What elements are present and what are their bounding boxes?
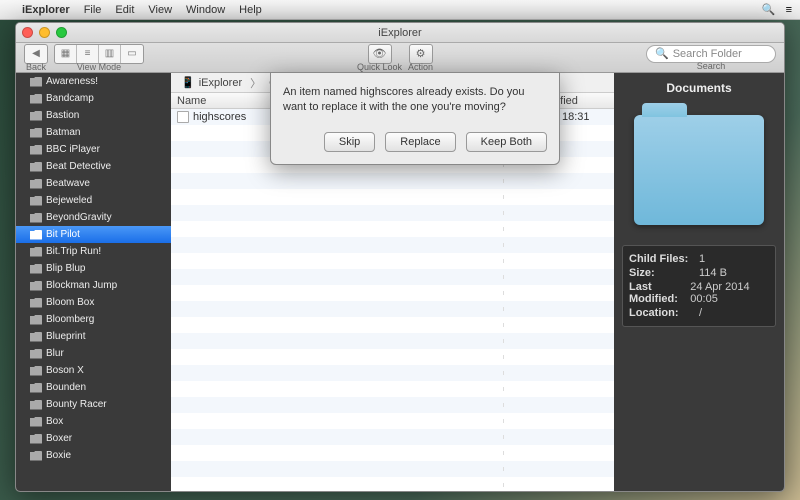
- search-placeholder: Search Folder: [673, 48, 742, 60]
- table-row-empty: [171, 445, 614, 461]
- sidebar-item-blueprint[interactable]: Blueprint: [16, 328, 171, 345]
- search-label: Search: [697, 61, 726, 71]
- sidebar-item-batman[interactable]: Batman: [16, 124, 171, 141]
- table-row-empty: [171, 189, 614, 205]
- table-row-empty: [171, 477, 614, 491]
- sidebar-item-beat-detective[interactable]: Beat Detective: [16, 158, 171, 175]
- sidebar-item-bit-trip-run-[interactable]: Bit.Trip Run!: [16, 243, 171, 260]
- table-row-empty: [171, 397, 614, 413]
- menu-view[interactable]: View: [148, 4, 172, 16]
- detail-val: /: [699, 307, 702, 319]
- sidebar-item-boxie[interactable]: Boxie: [16, 447, 171, 464]
- menu-window[interactable]: Window: [186, 4, 225, 16]
- sidebar-item-bastion[interactable]: Bastion: [16, 107, 171, 124]
- menu-edit[interactable]: Edit: [115, 4, 134, 16]
- detail-key: Last Modified:: [629, 281, 690, 305]
- menu-help[interactable]: Help: [239, 4, 262, 16]
- view-cover-icon[interactable]: ▭: [121, 45, 143, 63]
- table-row-empty: [171, 429, 614, 445]
- sidebar-item-bounty-racer[interactable]: Bounty Racer: [16, 396, 171, 413]
- detail-key: Location:: [629, 307, 699, 319]
- table-row-empty: [171, 237, 614, 253]
- table-row-empty: [171, 205, 614, 221]
- system-menubar: iExplorer File Edit View Window Help 🔍 ≡: [0, 0, 800, 20]
- toolbar: ◀ Back ▦ ≡ ▥ ▭ View Mode 👁 Quick Look ⚙ …: [16, 43, 784, 73]
- action-label: Action: [408, 62, 433, 72]
- file-icon: [177, 111, 189, 123]
- table-row-empty: [171, 333, 614, 349]
- table-row-empty: [171, 365, 614, 381]
- table-row-empty: [171, 461, 614, 477]
- view-icon-icon[interactable]: ▦: [55, 45, 77, 63]
- back-label: Back: [26, 62, 46, 72]
- table-row-empty: [171, 173, 614, 189]
- chevron-right-icon: 〉: [250, 75, 261, 91]
- sidebar-item-bandcamp[interactable]: Bandcamp: [16, 90, 171, 107]
- search-icon[interactable]: 🔍: [762, 3, 776, 16]
- sidebar-item-bbc-iplayer[interactable]: BBC iPlayer: [16, 141, 171, 158]
- skip-button[interactable]: Skip: [324, 132, 375, 152]
- minimize-button[interactable]: [39, 27, 50, 38]
- table-row-empty: [171, 269, 614, 285]
- table-row-empty: [171, 285, 614, 301]
- quicklook-label: Quick Look: [357, 62, 402, 72]
- viewmode-label: View Mode: [77, 62, 121, 72]
- replace-button[interactable]: Replace: [385, 132, 455, 152]
- table-row-empty: [171, 349, 614, 365]
- info-pane: Documents Child Files:1 Size:114 B Last …: [614, 73, 784, 491]
- sidebar-item-boson-x[interactable]: Boson X: [16, 362, 171, 379]
- window-titlebar[interactable]: iExplorer: [16, 23, 784, 43]
- file-list[interactable]: highscores3/07/2014 18:31: [171, 109, 614, 491]
- sidebar-item-bounden[interactable]: Bounden: [16, 379, 171, 396]
- sidebar-item-bit-pilot[interactable]: Bit Pilot: [16, 226, 171, 243]
- zoom-button[interactable]: [56, 27, 67, 38]
- quicklook-button[interactable]: 👁: [368, 44, 392, 64]
- sidebar[interactable]: Awareness!BandcampBastionBatmanBBC iPlay…: [16, 73, 171, 491]
- info-title: Documents: [622, 81, 776, 95]
- sidebar-item-blur[interactable]: Blur: [16, 345, 171, 362]
- view-mode-segment[interactable]: ▦ ≡ ▥ ▭: [54, 44, 144, 64]
- sidebar-item-bejeweled[interactable]: Bejeweled: [16, 192, 171, 209]
- crumb-root[interactable]: 📱iExplorer: [175, 74, 248, 91]
- sidebar-item-awareness-[interactable]: Awareness!: [16, 73, 171, 90]
- device-icon: 📱: [181, 76, 195, 89]
- sidebar-item-box[interactable]: Box: [16, 413, 171, 430]
- sidebar-item-boxer[interactable]: Boxer: [16, 430, 171, 447]
- view-column-icon[interactable]: ▥: [99, 45, 121, 63]
- sidebar-item-beatwave[interactable]: Beatwave: [16, 175, 171, 192]
- table-row-empty: [171, 253, 614, 269]
- detail-val: 1: [699, 253, 705, 265]
- menu-file[interactable]: File: [84, 4, 102, 16]
- action-button[interactable]: ⚙: [409, 44, 433, 64]
- replace-dialog: An item named highscores already exists.…: [270, 72, 560, 165]
- file-name: highscores: [193, 111, 246, 123]
- table-row-empty: [171, 381, 614, 397]
- detail-val: 114 B: [699, 267, 727, 279]
- back-button[interactable]: ◀: [24, 44, 48, 64]
- window-title: iExplorer: [378, 27, 421, 39]
- dialog-message: An item named highscores already exists.…: [283, 85, 547, 116]
- detail-val: 24 Apr 2014 00:05: [690, 281, 769, 305]
- sidebar-item-bloomberg[interactable]: Bloomberg: [16, 311, 171, 328]
- close-button[interactable]: [22, 27, 33, 38]
- search-icon: 🔍: [655, 47, 669, 60]
- table-row-empty: [171, 413, 614, 429]
- sidebar-item-blip-blup[interactable]: Blip Blup: [16, 260, 171, 277]
- table-row-empty: [171, 317, 614, 333]
- app-menu[interactable]: iExplorer: [22, 4, 70, 16]
- details-box: Child Files:1 Size:114 B Last Modified:2…: [622, 245, 776, 327]
- sidebar-item-bloom-box[interactable]: Bloom Box: [16, 294, 171, 311]
- sidebar-item-blockman-jump[interactable]: Blockman Jump: [16, 277, 171, 294]
- view-list-icon[interactable]: ≡: [77, 45, 99, 63]
- eye-icon: 👁: [373, 47, 387, 60]
- detail-key: Size:: [629, 267, 699, 279]
- menu-extras-icon[interactable]: ≡: [786, 4, 792, 16]
- sidebar-item-beyondgravity[interactable]: BeyondGravity: [16, 209, 171, 226]
- table-row-empty: [171, 301, 614, 317]
- gear-icon: ⚙: [416, 47, 426, 60]
- folder-icon: [634, 115, 764, 225]
- keepboth-button[interactable]: Keep Both: [466, 132, 547, 152]
- table-row-empty: [171, 221, 614, 237]
- detail-key: Child Files:: [629, 253, 699, 265]
